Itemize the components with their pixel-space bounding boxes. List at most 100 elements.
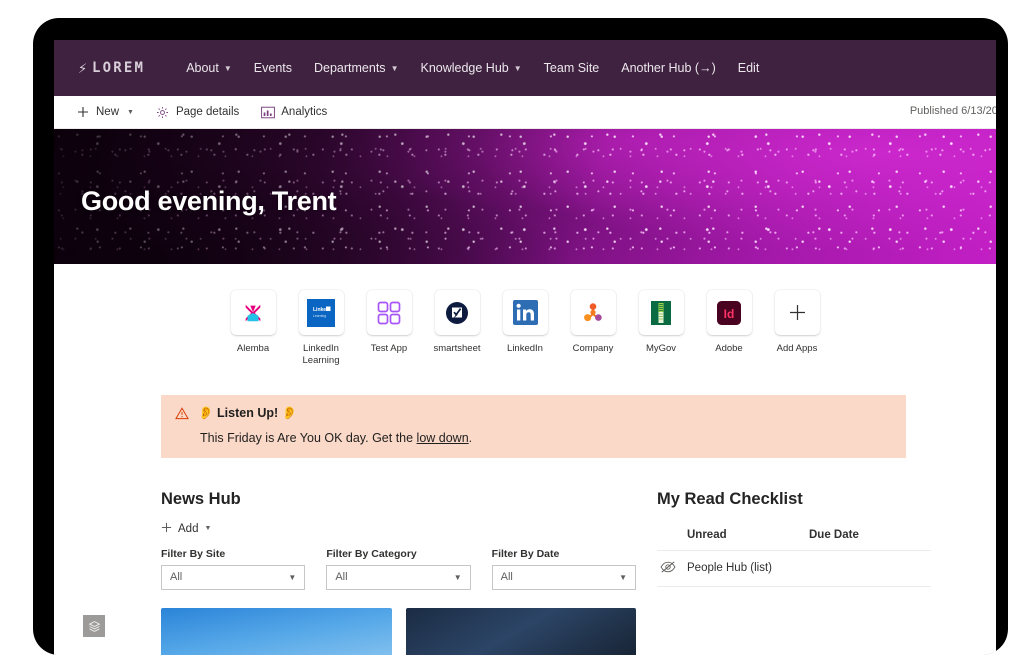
column-header-due-date: Due Date [809,528,859,541]
plus-icon [161,522,172,536]
nav-item-label: Knowledge Hub [420,61,509,75]
add-button[interactable]: Add ▼ [161,522,636,536]
add-button-label: Add [178,522,199,535]
chevron-down-icon: ▼ [513,63,522,73]
app-tile-mygov[interactable]: MyGov [638,290,684,367]
app-label: Adobe [715,343,743,354]
filter-label: Filter By Date [491,547,560,560]
nav-item-label: Events [253,61,292,75]
app-label: Company [572,343,614,354]
chevron-down-icon: ▼ [453,572,462,582]
svg-text:Id: Id [724,307,735,321]
app-label: Test App [370,343,408,354]
nav-item-knowledge-hub[interactable]: Knowledge Hub ▼ [409,40,532,96]
hero-banner: Good evening, Trent [54,129,996,264]
brand-logo[interactable]: ⚡ LOREM [78,59,145,77]
column-header-unread: Unread [687,528,727,541]
new-button[interactable]: New ▼ [76,105,134,119]
app-label: MyGov [645,343,677,354]
app-tile-add-apps[interactable]: Add Apps [774,290,820,367]
plus-icon [774,290,820,335]
alert-body: This Friday is Are You OK day. Get the l… [200,431,892,445]
nav-item-departments[interactable]: Departments ▼ [303,40,409,96]
filter-value: All [335,571,348,584]
read-checklist-title: My Read Checklist [657,489,803,508]
app-tile-linkedin-learning[interactable]: Linked Learning LinkedIn Learning [298,290,344,367]
filter-by-category-group: Filter By Category All ▼ [326,547,471,590]
gear-icon [156,105,170,119]
app-launcher-row: Alemba Linked Learning LinkedIn Learning [54,276,996,377]
news-card[interactable] [405,607,636,655]
filter-by-site-dropdown[interactable]: All ▼ [161,564,306,590]
checklist-row[interactable]: People Hub (list) [657,549,931,586]
nav-item-label: Team Site [543,61,600,75]
app-tile-linkedin[interactable]: LinkedIn [502,290,548,367]
checklist-item-label: People Hub (list) [687,562,773,575]
filter-value: All [170,571,183,584]
stacked-layers-badge[interactable] [83,615,105,637]
adobe-indesign-icon: Id [706,290,752,335]
plus-icon [76,105,90,119]
alert-body-text-before: This Friday is Are You OK day. Get the [200,430,417,445]
news-card-list [161,607,636,655]
app-tile-smartsheet[interactable]: smartsheet [434,290,481,367]
filter-by-category-dropdown[interactable]: All ▼ [326,564,471,590]
linkedin-learning-icon: Linked Learning [298,290,344,335]
chevron-down-icon: ▼ [619,572,627,582]
test-app-icon [366,290,412,335]
analytics-button[interactable]: Analytics [261,105,327,119]
smartsheet-icon [434,290,480,335]
new-button-label: New [96,106,120,118]
page-details-label: Page details [175,106,240,118]
app-tile-adobe[interactable]: Id Adobe [706,290,752,367]
warning-triangle-icon [175,407,189,425]
chevron-down-icon: ▼ [204,525,212,533]
chevron-down-icon: ▼ [288,572,297,582]
nav-item-events[interactable]: Events [243,40,303,96]
suite-navigation-bar: ⚡ LOREM About ▼ Events Departments ▼ Kno… [54,40,996,96]
app-tile-company[interactable]: Company [570,290,616,367]
filter-label: Filter By Category [326,547,417,560]
nav-item-label: About [186,61,219,75]
app-label: LinkedIn [507,343,543,354]
app-tile-alemba[interactable]: Alemba [230,290,276,367]
alert-link[interactable]: low down [417,431,469,445]
checklist-header-row: Unread Due Date [657,529,931,550]
nav-item-another-hub[interactable]: Another Hub (→) [610,40,726,96]
lightning-bolt-icon: ⚡ [78,59,88,77]
news-card[interactable] [161,607,392,655]
checklist-divider [657,585,931,587]
nav-item-edit[interactable]: Edit [727,40,771,96]
alemba-icon [230,290,276,335]
filter-label: Filter By Site [161,547,226,560]
browser-viewport: ⚡ LOREM About ▼ Events Departments ▼ Kno… [54,40,996,655]
read-checklist-column: My Read Checklist Unread Due Date People… [636,490,931,655]
nav-item-team-site[interactable]: Team Site [533,40,611,96]
chevron-down-icon: ▼ [390,63,399,73]
page-details-button[interactable]: Page details [156,105,239,119]
app-label: Alemba [236,343,270,354]
content-columns: News Hub Add ▼ Filter By Site All ▼ Filt… [54,458,996,655]
command-bar: New ▼ Page details Analytics Published 6… [54,96,996,129]
news-filters: Filter By Site All ▼ Filter By Category … [161,548,636,590]
nav-item-label: Edit [737,61,760,75]
alert-banner: 👂 Listen Up! 👂 This Friday is Are You OK… [161,394,906,458]
app-label: smartsheet [433,343,481,354]
app-label: Add Apps [776,343,818,354]
linkedin-icon [502,290,548,335]
nav-item-about[interactable]: About ▼ [175,40,243,96]
brand-name: LOREM [92,60,146,76]
chevron-down-icon: ▼ [223,63,232,73]
filter-value: All [500,571,513,584]
device-frame: ⚡ LOREM About ▼ Events Departments ▼ Kno… [33,18,1008,655]
alert-title-row: 👂 Listen Up! 👂 [175,406,892,425]
app-tile-test-app[interactable]: Test App [366,290,412,367]
chevron-down-icon: ▼ [127,108,134,116]
alert-body-text-after: . [468,430,473,445]
filter-by-date-dropdown[interactable]: All ▼ [491,564,636,590]
svg-text:Learning: Learning [313,314,326,318]
nav-item-label: Another Hub (→) [621,61,716,75]
news-hub-title: News Hub [161,489,241,508]
news-hub-column: News Hub Add ▼ Filter By Site All ▼ Filt… [54,490,636,655]
nav-item-label: Departments [314,61,386,75]
